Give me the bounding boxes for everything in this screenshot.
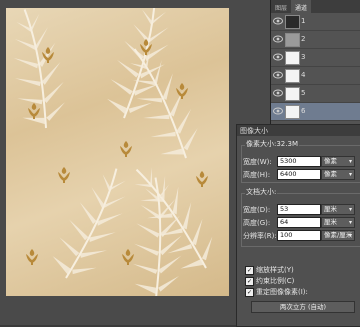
pixel-height-label: 高度(H): — [243, 171, 271, 179]
tab-channels[interactable]: 通道 — [291, 0, 312, 13]
channels-panel: 图层 通道 1 2 3 4 5 6 — [270, 0, 360, 125]
pixel-height-row: 高度(H): 6400 像素 — [237, 169, 355, 180]
doc-width-unit-select[interactable]: 厘米 — [321, 204, 355, 215]
eye-icon[interactable] — [273, 35, 283, 43]
eye-icon[interactable] — [273, 17, 283, 25]
pixel-width-row: 宽度(W): 5300 像素 — [237, 156, 355, 167]
channel-thumbnail — [285, 51, 300, 65]
document-size-label: 文档大小: — [245, 187, 278, 197]
canvas-area — [0, 0, 270, 325]
check-icon: ✓ — [245, 276, 254, 286]
channel-thumbnail — [285, 33, 300, 47]
eye-icon[interactable] — [273, 89, 283, 97]
channel-row[interactable]: 1 — [271, 13, 360, 31]
channel-row[interactable]: 6 — [271, 103, 360, 121]
eye-icon[interactable] — [273, 53, 283, 61]
doc-height-input[interactable]: 64 — [277, 217, 321, 228]
pixel-height-input[interactable]: 6400 — [277, 169, 321, 180]
tab-layers[interactable]: 图层 — [271, 0, 291, 13]
doc-width-input[interactable]: 53 — [277, 204, 321, 215]
doc-height-row: 高度(G): 64 厘米 — [237, 217, 355, 228]
channel-name: 2 — [301, 35, 306, 43]
resample-method-select[interactable]: 两次立方 (自动) — [251, 301, 355, 313]
eye-icon[interactable] — [273, 71, 283, 79]
pixel-width-label: 宽度(W): — [243, 158, 272, 166]
channel-thumbnail — [285, 15, 300, 29]
pixel-height-unit-select[interactable]: 像素 — [321, 169, 355, 180]
channel-name: 5 — [301, 89, 306, 97]
pixel-width-unit-select[interactable]: 像素 — [321, 156, 355, 167]
check-icon: ✓ — [245, 287, 254, 297]
channel-name: 1 — [301, 17, 306, 25]
dialog-title: 图像大小 — [237, 125, 360, 136]
pixel-width-input[interactable]: 5300 — [277, 156, 321, 167]
eye-icon[interactable] — [273, 107, 283, 115]
channel-row[interactable]: 2 — [271, 31, 360, 49]
channel-thumbnail — [285, 87, 300, 101]
channel-name: 4 — [301, 71, 306, 79]
pixel-dimensions-label: 像素大小:32.3M — [245, 139, 299, 149]
image-size-dialog: 图像大小 像素大小:32.3M 宽度(W): 5300 像素 高度(H): 64… — [236, 124, 360, 327]
resolution-input[interactable]: 100 — [277, 230, 321, 241]
resolution-label: 分辨率(R): — [243, 232, 277, 240]
channel-thumbnail — [285, 105, 300, 119]
panel-tabs: 图层 通道 — [271, 0, 360, 13]
doc-height-label: 高度(G): — [243, 219, 271, 227]
fern-pattern-artwork — [6, 8, 229, 296]
channel-name: 3 — [301, 53, 306, 61]
doc-width-row: 宽度(D): 53 厘米 — [237, 204, 355, 215]
check-icon: ✓ — [245, 265, 254, 275]
channel-thumbnail — [285, 69, 300, 83]
constrain-proportions-checkbox[interactable]: ✓ 约束比例(C) — [245, 276, 295, 286]
resample-label: 重定图像像素(I): — [256, 288, 308, 296]
resolution-row: 分辨率(R): 100 像素/厘米 — [237, 230, 355, 241]
constrain-label: 约束比例(C) — [256, 277, 295, 285]
channel-row[interactable]: 5 — [271, 85, 360, 103]
resolution-unit-select[interactable]: 像素/厘米 — [321, 230, 355, 241]
channel-name: 6 — [301, 107, 306, 115]
document-canvas[interactable] — [6, 8, 229, 296]
resample-checkbox[interactable]: ✓ 重定图像像素(I): — [245, 287, 308, 297]
doc-height-unit-select[interactable]: 厘米 — [321, 217, 355, 228]
channel-row[interactable]: 3 — [271, 49, 360, 67]
channel-row[interactable]: 4 — [271, 67, 360, 85]
scale-styles-checkbox[interactable]: ✓ 缩放样式(Y) — [245, 265, 294, 275]
scale-styles-label: 缩放样式(Y) — [256, 266, 294, 274]
doc-width-label: 宽度(D): — [243, 206, 271, 214]
